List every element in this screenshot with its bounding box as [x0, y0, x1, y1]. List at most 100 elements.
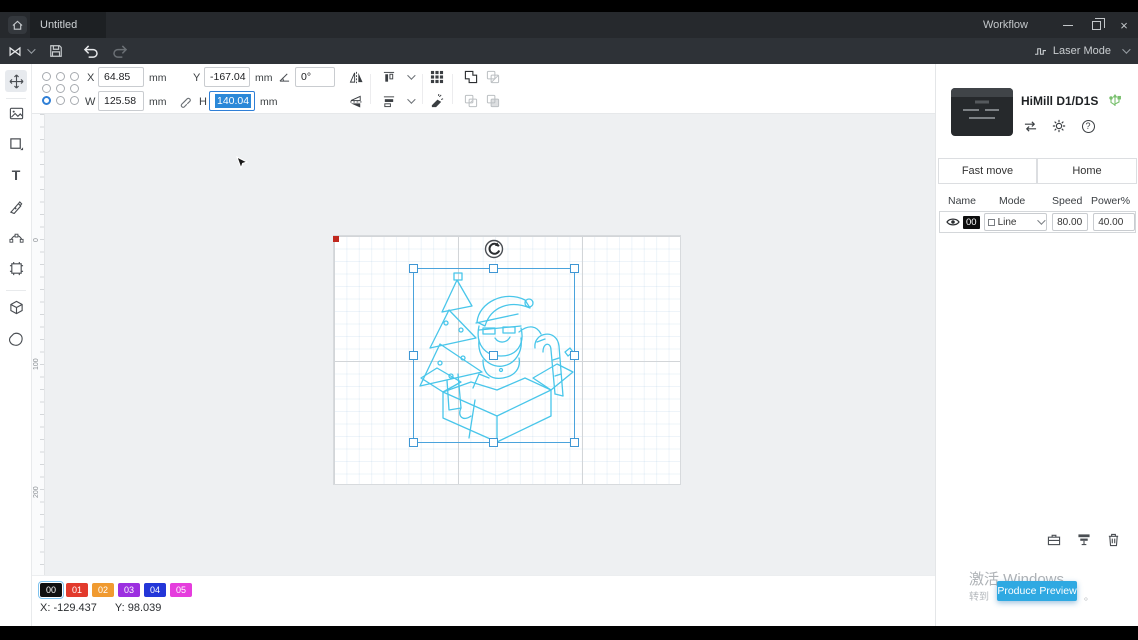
y-unit: mm [255, 72, 273, 84]
restore-button[interactable] [1082, 12, 1110, 38]
anchor-bottom-center[interactable] [56, 96, 65, 105]
selection-handle-top-right[interactable] [570, 264, 579, 273]
w-input[interactable]: 125.58 [98, 91, 144, 111]
close-button[interactable]: × [1110, 12, 1138, 38]
spline-shape-tool[interactable] [5, 328, 27, 350]
apply-to-all-button[interactable] [1077, 533, 1091, 552]
app-menu-button[interactable]: ⋈ [8, 42, 33, 60]
gear-icon [1052, 119, 1066, 133]
anchor-top-right[interactable] [70, 72, 79, 81]
layer-color-swatches: 00 01 02 03 04 05 [40, 583, 192, 597]
windows-activation-subtext: 转到 [969, 588, 989, 603]
undo-button[interactable] [80, 42, 100, 60]
align-vertical-button[interactable] [380, 92, 398, 110]
boolean-subtract-icon [486, 70, 500, 84]
text-tool[interactable]: T [5, 164, 27, 186]
selection-handle-center[interactable] [489, 351, 498, 360]
chevron-down-icon[interactable] [407, 71, 415, 79]
device-name: HiMill D1/D1S [1021, 94, 1098, 108]
anchor-mid-left[interactable] [42, 84, 51, 93]
weld-button[interactable] [428, 92, 446, 110]
rotation-handle[interactable] [484, 239, 504, 259]
header-mode: Mode [999, 195, 1025, 207]
swatch-04[interactable]: 04 [144, 583, 166, 597]
rotation-input[interactable]: 0° [295, 67, 335, 87]
canvas-area[interactable]: 0 100 200 [32, 114, 935, 575]
device-help-button[interactable]: ? [1080, 118, 1096, 134]
selection-handle-bottom-center[interactable] [489, 438, 498, 447]
frame-tool[interactable] [5, 257, 27, 279]
anchor-mid-center[interactable] [56, 84, 65, 93]
device-settings-button[interactable] [1051, 118, 1067, 134]
header-speed: Speed [1052, 195, 1082, 207]
home-button[interactable] [8, 16, 27, 34]
layer-visibility-toggle[interactable] [946, 217, 960, 227]
lock-ratio-link-icon[interactable] [175, 92, 193, 110]
swatch-02[interactable]: 02 [92, 583, 114, 597]
angle-icon [275, 68, 293, 86]
device-actions: ? [1022, 118, 1096, 134]
h-input[interactable]: 140.04 [209, 91, 255, 111]
anchor-point-selector[interactable] [42, 72, 84, 108]
chevron-down-icon[interactable] [407, 95, 415, 103]
swatch-01[interactable]: 01 [66, 583, 88, 597]
laser-mode-selector[interactable]: Laser Mode [1034, 38, 1128, 64]
ruler-tick-label: 0 [33, 238, 40, 242]
anchor-top-left[interactable] [42, 72, 51, 81]
node-edit-tool[interactable] [5, 226, 27, 248]
layer-row[interactable]: 00 Line 80.00 40.00 [939, 211, 1136, 233]
layer-speed-input[interactable]: 80.00 [1052, 213, 1088, 231]
switch-device-button[interactable] [1022, 118, 1038, 134]
image-tool[interactable] [5, 102, 27, 124]
layer-mode-select[interactable]: Line [984, 213, 1048, 231]
minimize-icon [1063, 25, 1073, 26]
produce-preview-button[interactable]: Produce Preview [997, 581, 1077, 601]
boolean-exclude-button[interactable] [484, 92, 502, 110]
chevron-down-icon [1037, 216, 1045, 224]
anchor-top-center[interactable] [56, 72, 65, 81]
minimize-button[interactable] [1054, 12, 1082, 38]
selection-handle-top-left[interactable] [409, 264, 418, 273]
spline-shape-icon [9, 332, 24, 347]
home-button-machine[interactable]: Home [1037, 158, 1137, 184]
y-input[interactable]: -167.04 [204, 67, 250, 87]
x-input[interactable]: 64.85 [98, 67, 144, 87]
redo-button[interactable] [110, 42, 130, 60]
boolean-union-button[interactable] [462, 68, 480, 86]
selection-handle-mid-left[interactable] [409, 351, 418, 360]
status-bar: 00 01 02 03 04 05 X: -129.437 Y: 98.039 [32, 575, 935, 626]
boolean-intersect-button[interactable] [462, 92, 480, 110]
pen-tool[interactable] [5, 195, 27, 217]
header-name: Name [948, 195, 976, 207]
flip-vertical-button[interactable] [347, 92, 365, 110]
selection-handle-mid-right[interactable] [570, 351, 579, 360]
home-icon [12, 20, 23, 31]
array-button[interactable] [428, 68, 446, 86]
selection-handle-bottom-left[interactable] [409, 438, 418, 447]
fast-move-button[interactable]: Fast move [938, 158, 1037, 184]
layer-power-input[interactable]: 40.00 [1093, 213, 1135, 231]
anchor-bottom-right[interactable] [70, 96, 79, 105]
library-button[interactable] [1047, 533, 1061, 552]
flip-horizontal-button[interactable] [347, 68, 365, 86]
cursor-y-readout: Y: 98.039 [115, 602, 162, 614]
shape-tool[interactable] [5, 133, 27, 155]
delete-layer-button[interactable] [1107, 533, 1120, 552]
workflow-label[interactable]: Workflow [983, 12, 1028, 38]
anchor-mid-right[interactable] [70, 84, 79, 93]
laser-mode-icon [1034, 46, 1047, 57]
document-tab[interactable]: Untitled [30, 12, 106, 38]
swatch-05[interactable]: 05 [170, 583, 192, 597]
cube-3d-tool[interactable] [5, 296, 27, 318]
anchor-bottom-left[interactable] [42, 96, 51, 105]
save-button[interactable] [46, 42, 66, 60]
selection-handle-bottom-right[interactable] [570, 438, 579, 447]
selection-handle-top-center[interactable] [489, 264, 498, 273]
layer-actions [1047, 533, 1120, 552]
cursor-x-readout: X: -129.437 [40, 602, 97, 614]
swatch-00[interactable]: 00 [40, 583, 62, 597]
move-tool[interactable] [5, 70, 27, 92]
boolean-subtract-button[interactable] [484, 68, 502, 86]
align-horizontal-button[interactable] [380, 68, 398, 86]
swatch-03[interactable]: 03 [118, 583, 140, 597]
